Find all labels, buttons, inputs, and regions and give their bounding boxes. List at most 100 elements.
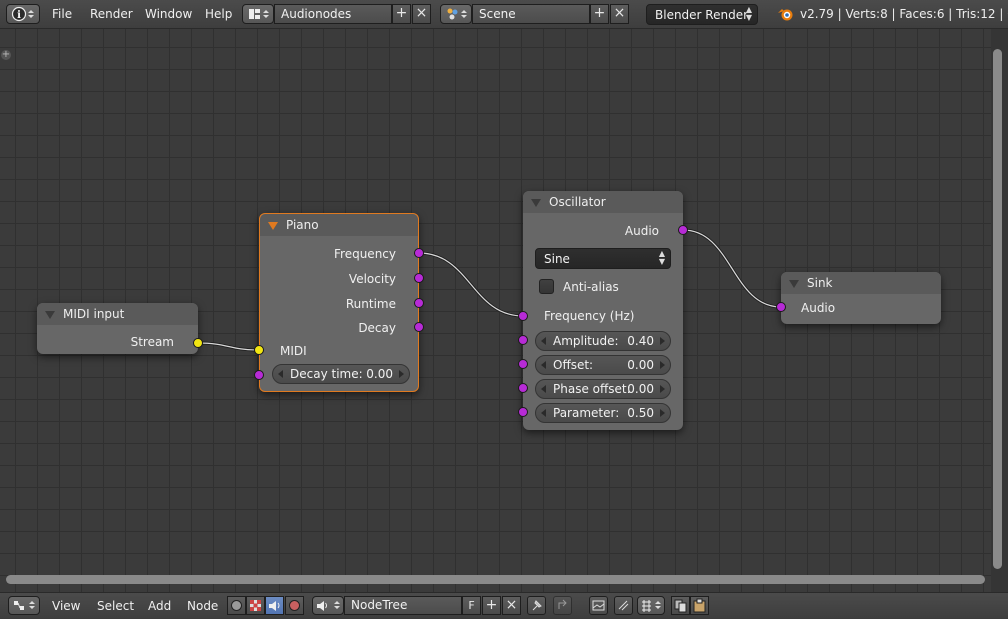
node-tree-browse-button[interactable]	[312, 596, 344, 615]
anti-alias-checkbox[interactable]	[539, 279, 554, 294]
pin-button[interactable]	[527, 596, 546, 615]
menu-help[interactable]: Help	[205, 7, 232, 21]
socket-amplitude-input[interactable]	[518, 335, 528, 345]
node-header[interactable]: Piano	[260, 214, 418, 236]
decrement-arrow-icon[interactable]	[541, 337, 546, 345]
node-editor-header: View Select Add Node NodeTree F + ×	[0, 592, 1008, 618]
collapse-triangle-icon[interactable]	[268, 222, 278, 230]
socket-parameter-input[interactable]	[518, 407, 528, 417]
socket-decay-time-input[interactable]	[254, 370, 264, 380]
node-header[interactable]: MIDI input	[37, 303, 198, 325]
socket-label-frequency: Frequency	[334, 247, 396, 261]
collapse-triangle-icon[interactable]	[789, 280, 799, 288]
socket-audio-output[interactable]	[678, 225, 688, 235]
socket-stream-output[interactable]	[193, 338, 203, 348]
node-oscillator[interactable]: Oscillator Audio Sine ▲ ▼ Anti-alias Freq…	[523, 191, 683, 430]
parameter-slider[interactable]: Parameter: 0.50	[535, 403, 671, 423]
node-piano[interactable]: Piano Frequency Velocity Runtime Decay M…	[259, 213, 419, 392]
node-title: MIDI input	[63, 307, 125, 321]
screen-layout-name-field[interactable]: Audionodes	[274, 4, 392, 24]
compositing-icon	[289, 600, 300, 611]
socket-audio-input[interactable]	[776, 302, 786, 312]
socket-phase-offset-input[interactable]	[518, 383, 528, 393]
phase-offset-slider[interactable]: Phase offset: 0.00	[535, 379, 671, 399]
socket-label-velocity: Velocity	[348, 272, 396, 286]
plus-icon: +	[485, 597, 498, 613]
blender-logo-icon	[778, 9, 793, 21]
editor-type-selector[interactable]: i	[6, 4, 40, 24]
scene-browse-button[interactable]	[440, 4, 472, 24]
editor-type-selector[interactable]	[8, 596, 40, 615]
compositor-tree-button[interactable]	[285, 596, 304, 615]
menu-select[interactable]: Select	[97, 599, 134, 613]
snap-element-dropdown[interactable]	[637, 596, 665, 615]
menu-view[interactable]: View	[52, 599, 80, 613]
increment-arrow-icon[interactable]	[399, 370, 404, 378]
anti-alias-label: Anti-alias	[563, 280, 619, 294]
decrement-arrow-icon[interactable]	[541, 385, 546, 393]
menu-file[interactable]: File	[52, 7, 72, 21]
decrement-arrow-icon[interactable]	[541, 361, 546, 369]
decrement-arrow-icon[interactable]	[541, 409, 546, 417]
node-tree-name-field[interactable]: NodeTree	[344, 596, 462, 615]
delete-scene-button[interactable]: ×	[610, 4, 629, 24]
menu-window[interactable]: Window	[145, 7, 192, 21]
vertical-scrollbar[interactable]	[993, 49, 1002, 569]
backdrop-button[interactable]	[589, 596, 608, 615]
decrement-arrow-icon[interactable]	[278, 370, 283, 378]
texture-tree-button[interactable]	[246, 596, 265, 615]
new-node-tree-button[interactable]: +	[482, 596, 501, 615]
shader-tree-button[interactable]	[227, 596, 246, 615]
slider-label: Decay time:	[290, 367, 363, 381]
node-editor-canvas[interactable]: + MIDI input Stream Piano Frequency Velo…	[0, 29, 1008, 592]
decay-time-slider[interactable]: Decay time: 0.00	[272, 364, 410, 384]
menu-render[interactable]: Render	[90, 7, 133, 21]
increment-arrow-icon[interactable]	[660, 409, 665, 417]
scene-icon	[447, 8, 467, 20]
socket-frequency-hz-input[interactable]	[518, 311, 528, 321]
copy-nodes-button[interactable]	[671, 596, 690, 615]
menu-node[interactable]: Node	[187, 599, 218, 613]
render-engine-dropdown[interactable]: Blender Render ▲ ▼	[646, 4, 758, 25]
node-header[interactable]: Oscillator	[523, 191, 683, 213]
waveform-dropdown[interactable]: Sine ▲ ▼	[535, 248, 671, 269]
add-scene-button[interactable]: +	[590, 4, 609, 24]
increment-arrow-icon[interactable]	[660, 337, 665, 345]
unlink-node-tree-button[interactable]: ×	[502, 596, 521, 615]
go-to-parent-button[interactable]	[553, 596, 572, 615]
info-header: i File Render Window Help Audionodes + ×…	[0, 0, 1008, 29]
region-expand-icon[interactable]: +	[1, 50, 11, 60]
scene-name-field[interactable]: Scene	[472, 4, 590, 24]
node-midi-input[interactable]: MIDI input Stream	[37, 303, 198, 354]
screen-layout-browse-button[interactable]	[242, 4, 274, 24]
node-sink[interactable]: Sink Audio	[781, 272, 941, 324]
increment-arrow-icon[interactable]	[660, 361, 665, 369]
slider-value: 0.00	[627, 382, 654, 396]
socket-decay-output[interactable]	[414, 322, 424, 332]
plus-icon: +	[395, 5, 408, 21]
amplitude-slider[interactable]: Amplitude: 0.40	[535, 331, 671, 351]
socket-velocity-output[interactable]	[414, 273, 424, 283]
info-icon: i	[11, 6, 34, 22]
socket-runtime-output[interactable]	[414, 298, 424, 308]
add-screen-button[interactable]: +	[392, 4, 411, 24]
speaker-icon	[317, 601, 340, 611]
delete-screen-button[interactable]: ×	[412, 4, 431, 24]
snap-grid-icon	[642, 600, 661, 612]
paste-nodes-button[interactable]	[690, 596, 709, 615]
increment-arrow-icon[interactable]	[660, 385, 665, 393]
node-header[interactable]: Sink	[781, 272, 941, 294]
socket-midi-input[interactable]	[254, 345, 264, 355]
socket-frequency-output[interactable]	[414, 248, 424, 258]
socket-offset-input[interactable]	[518, 359, 528, 369]
fake-user-button[interactable]: F	[462, 596, 481, 615]
menu-add[interactable]: Add	[148, 599, 171, 613]
slider-label: Parameter:	[553, 406, 620, 420]
collapse-triangle-icon[interactable]	[531, 199, 541, 207]
horizontal-scrollbar[interactable]	[6, 575, 985, 584]
auto-offset-button[interactable]	[614, 596, 633, 615]
audio-tree-button[interactable]	[265, 596, 284, 615]
collapse-triangle-icon[interactable]	[45, 311, 55, 319]
socket-label-audio: Audio	[801, 301, 836, 315]
offset-slider[interactable]: Offset: 0.00	[535, 355, 671, 375]
